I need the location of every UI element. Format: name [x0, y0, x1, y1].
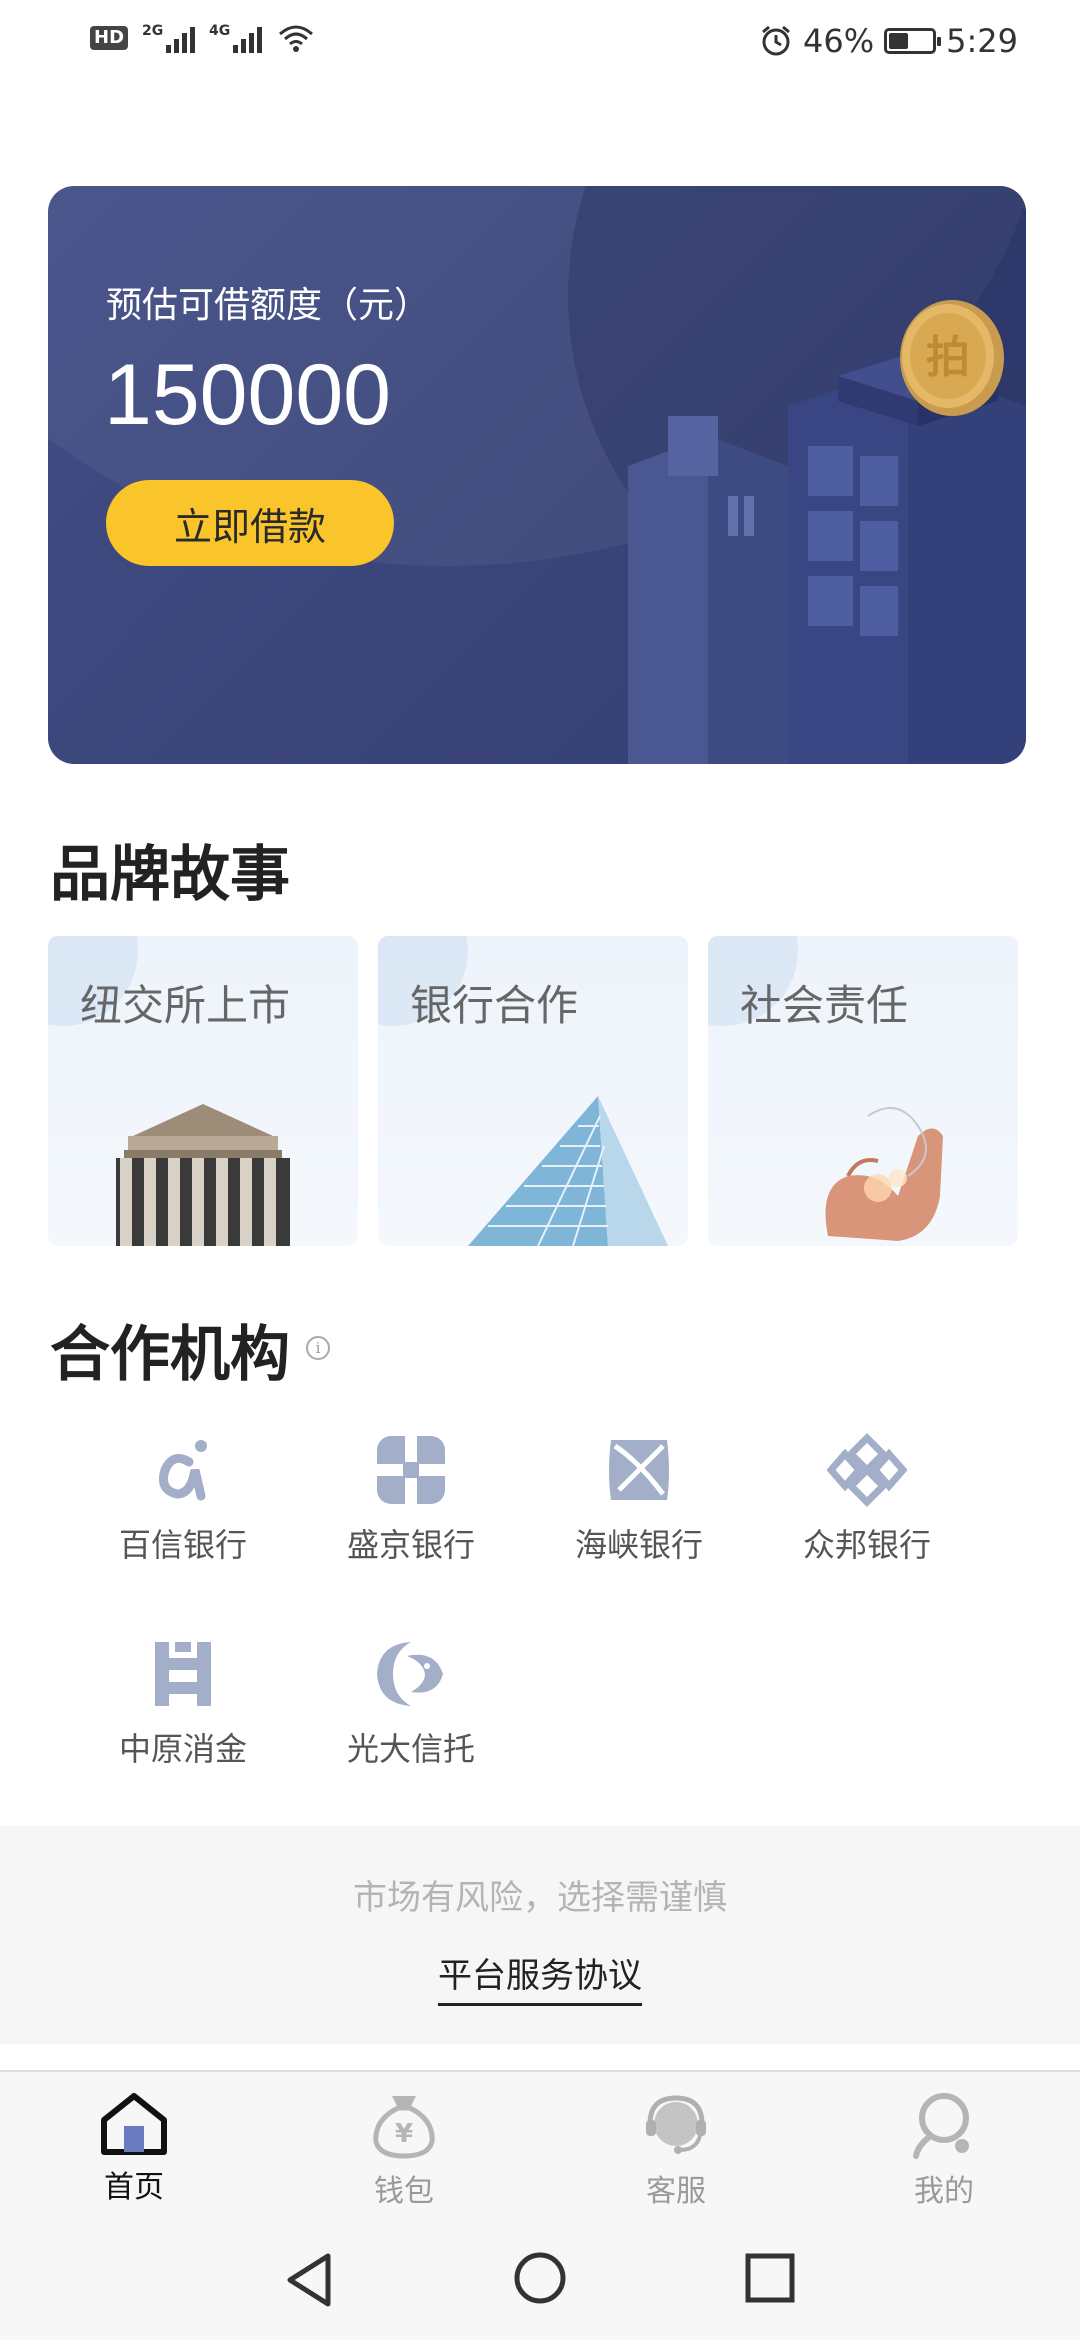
tab-label: 客服: [646, 2174, 706, 2209]
borrow-now-button[interactable]: 立即借款: [106, 480, 394, 566]
everbright-trust-logo-icon: [377, 1642, 443, 1706]
brand-card-label: 银行合作: [410, 981, 579, 1030]
partner-haixia-bank[interactable]: 海峡银行: [549, 1432, 729, 1566]
customer-service-icon: [646, 2095, 706, 2154]
status-bar: HD 2G 4G 46% 5:29: [0, 0, 1080, 86]
partner-shengjing-bank[interactable]: 盛京银行: [321, 1432, 501, 1566]
back-icon[interactable]: [282, 2250, 336, 2310]
bottom-tab-bar: 首页 ¥ 钱包 客服 我的: [0, 2070, 1080, 2222]
wallet-icon: ¥: [373, 2096, 435, 2159]
signal-icon-sim1: 2G: [142, 23, 196, 53]
info-icon[interactable]: i: [306, 1336, 330, 1360]
signal-icon-sim2: 4G: [209, 23, 263, 53]
partner-aibank[interactable]: 百信银行: [93, 1432, 273, 1566]
aibank-logo-icon: [159, 1440, 207, 1501]
battery-percent: 46%: [803, 22, 875, 60]
network-type: 4G: [209, 23, 231, 39]
brand-card-label: 纽交所上市: [80, 981, 291, 1030]
zhongyuan-logo-icon: [155, 1642, 211, 1706]
partner-zhongbang-bank[interactable]: 众邦银行: [777, 1432, 957, 1566]
tab-wallet[interactable]: ¥ 钱包: [324, 2090, 484, 2210]
partner-name: 海峡银行: [574, 1526, 703, 1564]
profile-icon: [913, 2093, 969, 2159]
haixia-bank-logo-icon: [609, 1440, 669, 1500]
partner-name: 中原消金: [118, 1730, 247, 1768]
wifi-icon: [279, 25, 314, 52]
status-right: 46% 5:29: [759, 22, 1018, 60]
tab-customer-service[interactable]: 客服: [596, 2090, 756, 2210]
shengjing-bank-logo-icon: [377, 1436, 445, 1504]
brand-card-social-responsibility[interactable]: 社会责任: [708, 936, 1018, 1246]
partner-name: 光大信托: [346, 1730, 475, 1768]
brand-card-bank-cooperation[interactable]: 银行合作: [378, 936, 688, 1246]
home-icon: [101, 2093, 167, 2155]
svg-text:¥: ¥: [395, 2119, 413, 2149]
partner-zhongyuan[interactable]: 中原消金: [93, 1636, 273, 1770]
recents-icon[interactable]: [744, 2252, 796, 2304]
tab-home[interactable]: 首页: [54, 2090, 214, 2206]
alarm-icon: [762, 25, 790, 56]
service-agreement-link[interactable]: 平台服务协议: [438, 1948, 642, 2006]
coin-glyph: 拍: [926, 332, 970, 383]
glass-skyscraper-icon: [468, 1096, 668, 1246]
tab-label: 首页: [104, 2170, 164, 2205]
credit-limit-label: 预估可借额度（元）: [106, 285, 431, 326]
credit-limit-card: 拍 预估可借额度（元） 150000 立即借款: [48, 186, 1026, 764]
hands-with-lights-icon: [825, 1107, 943, 1241]
partner-name: 众邦银行: [802, 1526, 931, 1564]
partner-everbright-trust[interactable]: 光大信托: [321, 1636, 501, 1770]
clock: 5:29: [946, 22, 1018, 60]
tab-label: 我的: [914, 2174, 974, 2209]
partner-name: 盛京银行: [346, 1526, 475, 1564]
status-left: HD 2G 4G: [90, 22, 316, 54]
zhongbang-bank-logo-icon: [827, 1433, 907, 1507]
building-coin-illustration: 拍: [628, 300, 1026, 764]
credit-limit-amount: 150000: [104, 347, 391, 443]
hd-voice-icon: HD: [90, 26, 129, 50]
system-navigation-bar: [0, 2220, 1080, 2340]
partners-title: 合作机构: [50, 1320, 290, 1390]
risk-notice: 市场有风险，选择需谨慎: [353, 1878, 727, 1918]
partner-name: 百信银行: [118, 1526, 247, 1564]
stock-exchange-building-icon: [116, 1104, 290, 1246]
brand-card-label: 社会责任: [740, 981, 909, 1030]
brand-card-nyse[interactable]: 纽交所上市: [48, 936, 358, 1246]
home-circle-icon[interactable]: [512, 2250, 568, 2306]
network-type: 2G: [142, 23, 164, 39]
tab-profile[interactable]: 我的: [864, 2090, 1024, 2210]
footer: 市场有风险，选择需谨慎 平台服务协议: [0, 1826, 1080, 2044]
tab-label: 钱包: [374, 2174, 434, 2209]
brand-story-title: 品牌故事: [50, 840, 290, 910]
battery-icon: [884, 28, 942, 54]
